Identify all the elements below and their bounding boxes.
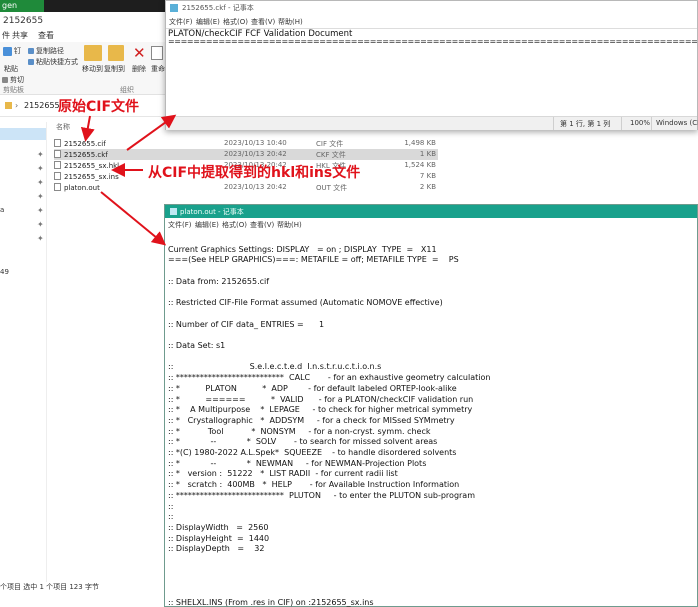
- annotation-extracted-files: 从CIF中提取得到的hkl和ins文件: [148, 165, 361, 181]
- arrow-to-ckf: [126, 114, 177, 151]
- arrow-to-cif: [80, 115, 95, 142]
- annotation-original-cif: 原始CIF文件: [58, 99, 140, 115]
- arrow-to-platon: [100, 191, 167, 246]
- annotation-arrows: [80, 114, 177, 246]
